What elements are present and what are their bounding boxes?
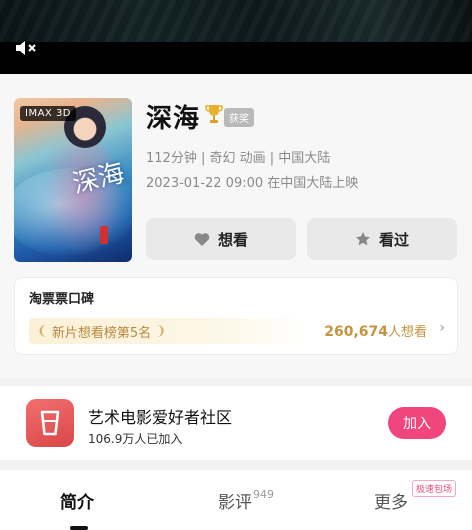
community-members: 106.9万人已加入 [88, 432, 183, 446]
review-count: 949 [253, 488, 274, 501]
movie-poster[interactable]: 深海 IMAX 3D [14, 98, 132, 262]
movie-meta: 112分钟 | 奇幻 动画 | 中国大陆 [146, 151, 331, 166]
star-icon [355, 232, 370, 246]
tab-intro[interactable]: 简介 [60, 488, 94, 513]
community-cup-icon [26, 399, 74, 447]
laurel-left-icon: ❨ [37, 323, 48, 339]
tab-more[interactable]: 更多 [374, 488, 408, 513]
release-date: 2023-01-22 09:00 在中国大陆上映 [146, 176, 359, 191]
want-count: 260,674人想看 [324, 321, 427, 340]
mute-icon[interactable] [14, 39, 38, 57]
active-tab-indicator [70, 526, 88, 530]
laurel-right-icon: ❩ [155, 323, 167, 339]
movie-detail-screen: 深海 IMAX 3D 深海 获奖 112分钟 | 奇幻 动画 | 中国大陆 20… [0, 0, 472, 530]
community-name: 艺术电影爱好者社区 [88, 408, 233, 427]
imax-badge: IMAX 3D [20, 106, 77, 121]
ranking-text: 新片想看榜第5名 [51, 325, 152, 341]
watched-button[interactable]: 看过 [307, 218, 457, 260]
ranking-banner[interactable]: ❨ 新片想看榜第5名 ❩ [29, 318, 303, 344]
award-badge[interactable]: 获奖 [224, 108, 254, 127]
tab-bar: 简介 影评949 更多 极速包场 [0, 470, 472, 530]
heart-icon [194, 232, 210, 246]
want-count-number: 260,674 [324, 324, 388, 340]
seen-label: 看过 [378, 230, 409, 249]
fast-booking-badge: 极速包场 [412, 480, 457, 497]
join-button[interactable]: 加入 [388, 407, 446, 439]
community-row[interactable]: 艺术电影爱好者社区 106.9万人已加入 加入 [0, 386, 472, 460]
reputation-panel[interactable]: 淘票票口碑 ❨ 新片想看榜第5名 ❩ 260,674人想看 › [14, 277, 458, 355]
poster-seal [100, 226, 108, 244]
tab-review-label: 影评 [218, 493, 252, 513]
reputation-title: 淘票票口碑 [29, 292, 95, 307]
movie-title: 深海 [146, 104, 201, 134]
video-bar [0, 42, 472, 74]
tab-review[interactable]: 影评949 [218, 488, 274, 513]
chevron-right-icon[interactable]: › [439, 320, 445, 336]
trophy-icon [205, 105, 223, 123]
want-to-watch-button[interactable]: 想看 [146, 218, 296, 260]
want-label: 想看 [217, 230, 248, 249]
want-count-suffix: 人想看 [387, 325, 427, 340]
video-preview[interactable] [0, 0, 472, 42]
